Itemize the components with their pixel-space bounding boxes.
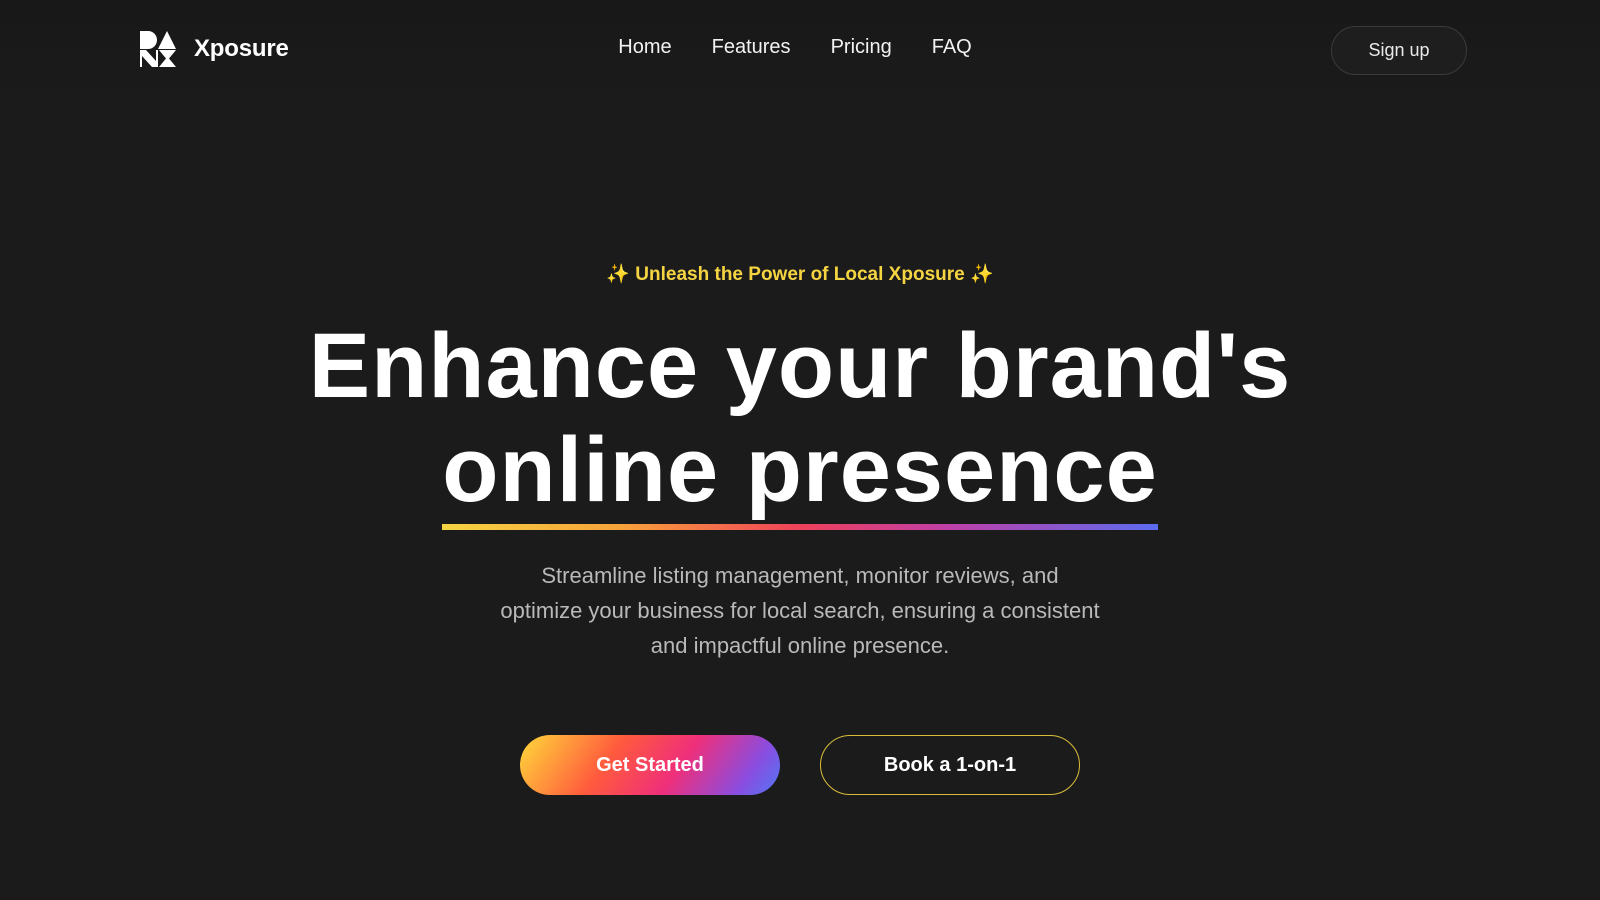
nav-link-features[interactable]: Features (712, 36, 791, 59)
headline-line-2-wrapper: online presence (0, 418, 1600, 530)
hero-headline: Enhance your brand's online presence (0, 314, 1600, 530)
headline-highlight: online presence (442, 418, 1158, 530)
site-header: Xposure Home Features Pricing FAQ Sign u… (0, 0, 1600, 100)
headline-line-2: online presence (442, 419, 1158, 521)
headline-line-1: Enhance your brand's (308, 315, 1292, 417)
book-one-on-one-button[interactable]: Book a 1-on-1 (820, 735, 1080, 795)
landing-page: Xposure Home Features Pricing FAQ Sign u… (0, 0, 1600, 900)
nav-link-pricing[interactable]: Pricing (831, 36, 892, 59)
hero-eyebrow: ✨ Unleash the Power of Local Xposure ✨ (606, 264, 994, 285)
nav-link-home[interactable]: Home (618, 36, 671, 59)
nav-link-faq[interactable]: FAQ (932, 36, 972, 59)
signup-button[interactable]: Sign up (1331, 26, 1467, 75)
gradient-underline (442, 524, 1158, 530)
get-started-button[interactable]: Get Started (520, 735, 780, 795)
hero-description: Streamline listing management, monitor r… (500, 563, 1100, 658)
